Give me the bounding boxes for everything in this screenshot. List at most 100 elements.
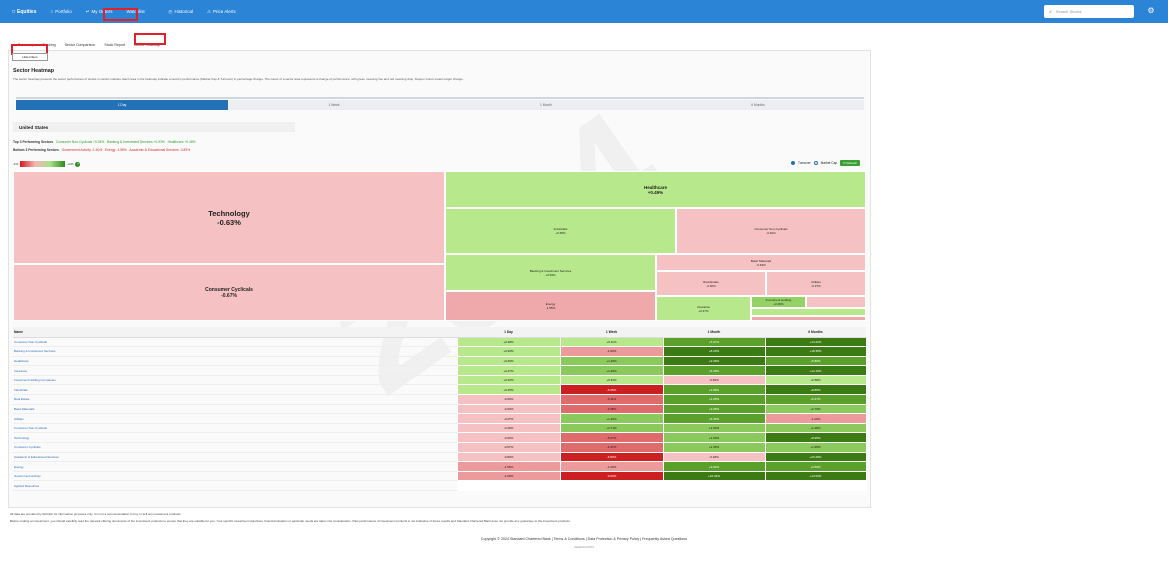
- treemap-cell-energy[interactable]: Energy -1.55%: [445, 291, 656, 321]
- treemap-cell-basic-materials[interactable]: Basic Materials -0.63%: [656, 254, 866, 271]
- period-1-week[interactable]: 1 Week: [228, 100, 440, 110]
- perf-cell: +4.25%: [662, 394, 766, 405]
- perf-cell: +1.46%: [559, 365, 664, 376]
- perf-cell: +0.46%: [456, 355, 561, 367]
- period-1-day[interactable]: 1 Day: [16, 100, 228, 110]
- perf-cell: +0.34%: [559, 374, 664, 386]
- treemap-cell-banking[interactable]: Banking & Investment Services +0.93%: [445, 254, 656, 291]
- col-6months[interactable]: 6 Months: [765, 327, 866, 338]
- sector-name-cell[interactable]: Basic Materials: [13, 404, 457, 415]
- sector-performance-table: Name 1 Day 1 Week 1 Month 6 Months Consu…: [13, 327, 867, 491]
- sector-name-cell[interactable]: Investment Holding Companies: [13, 375, 457, 386]
- perf-cell: -0.40%: [456, 422, 561, 434]
- sector-name-cell[interactable]: Technology: [13, 432, 457, 444]
- sector-name-cell[interactable]: Consumer Non-Cyclicals: [13, 423, 457, 434]
- refresh-button[interactable]: ↻ Refresh: [840, 160, 860, 166]
- sector-name-cell[interactable]: Government Activity: [13, 471, 457, 482]
- nav-item-portfolio[interactable]: ○ Portfolio: [50, 9, 71, 14]
- cell-value: +0.35%: [555, 231, 566, 235]
- perf-cell: -0.84%: [662, 374, 766, 386]
- perf-cell: +0.30%: [456, 374, 561, 386]
- sector-name-cell[interactable]: Banking & Investment Services: [13, 346, 457, 357]
- nav-item-price-alerts[interactable]: ⚠ Price Alerts: [207, 9, 236, 15]
- sector-name-cell[interactable]: Consumer Cyclicals: [13, 442, 457, 453]
- cell-value: +0.30%: [773, 302, 784, 306]
- table-row[interactable]: Energy -1.55% -1.23% +3.92% +3.59%: [13, 461, 867, 472]
- table-row[interactable]: Government Activity -1.60% -9.03% +10.23% +1…: [13, 470, 867, 482]
- period-tabs: 1 Day 1 Week 1 Month 6 Months: [16, 100, 864, 110]
- col-1month[interactable]: 1 Month: [663, 327, 765, 338]
- copyright-links[interactable]: Copyright © 2024 Standard Chartered Bank…: [0, 537, 1168, 541]
- perf-cell: +0.11%: [559, 336, 664, 348]
- table-row[interactable]: Healthcare +0.46% +1.46% +9.39% +5.80%: [13, 355, 867, 367]
- treemap-cell-technology[interactable]: Technology -0.63%: [13, 171, 445, 264]
- table-row[interactable]: Consumer Cyclicals -0.67% -4.47% +2.35% +1.9…: [13, 442, 867, 453]
- table-row[interactable]: Consumer Non-Cyclicals -0.40% +2.71% +1.93%…: [13, 422, 867, 434]
- table-row[interactable]: Academic & Educational Services -0.83% -6.…: [13, 451, 867, 463]
- treemap-cell-investment-holding[interactable]: Investment Holding +0.30%: [751, 296, 806, 308]
- tab-stock-report[interactable]: Stock Report: [104, 43, 125, 47]
- performance-summary: Top 3 Performing Sectors Consumer Non-Cy…: [13, 138, 196, 154]
- search-input[interactable]: ☌ Search Stocks: [1044, 5, 1134, 18]
- marketcap-radio[interactable]: [813, 161, 818, 165]
- sector-name-cell[interactable]: Applied Resources: [13, 480, 457, 491]
- perf-cell: [456, 480, 561, 491]
- treemap-cell-small-2[interactable]: [751, 308, 866, 316]
- sector-name-cell[interactable]: Healthcare: [13, 356, 457, 367]
- app-logo[interactable]: □ Equities: [12, 9, 36, 15]
- table-row[interactable]: Utilities -0.27% +1.40% +5.45% -1.23%: [13, 413, 867, 424]
- treemap-cell-utilities[interactable]: Utilities -0.27%: [766, 271, 866, 296]
- treemap-cell-small-1[interactable]: [806, 296, 866, 308]
- table-row[interactable]: Technology -0.63% -5.07% +1.63% +8.95%: [13, 432, 867, 444]
- period-6-months[interactable]: 6 Months: [652, 100, 864, 110]
- sector-name-cell[interactable]: Energy: [13, 461, 457, 472]
- perf-cell: -0.63%: [456, 403, 561, 415]
- col-1week[interactable]: 1 Week: [560, 327, 663, 338]
- treemap-cell-insurance[interactable]: Insurance +0.47%: [656, 296, 751, 321]
- treemap-cell-consumer-noncyclicals[interactable]: Consumer Non-Cyclicals -0.40%: [676, 208, 866, 254]
- perf-cell: -4.68%: [559, 403, 664, 415]
- cell-value: +0.47%: [698, 308, 709, 313]
- perf-cell: -4.47%: [559, 442, 664, 453]
- perf-cell: +1.46%: [559, 355, 664, 367]
- sector-name-cell[interactable]: Real Estate: [13, 394, 457, 405]
- tab-sector-comparison[interactable]: Sector Comparison: [65, 43, 96, 47]
- perf-cell: +3.05%: [662, 403, 766, 415]
- bottom-sector-2: Energy -1.55%: [105, 148, 127, 152]
- col-1day[interactable]: 1 Day: [457, 327, 560, 338]
- sector-name-cell[interactable]: Insurance: [13, 365, 457, 376]
- data-source-note: All data are provided by Refinitiv for i…: [10, 512, 182, 516]
- marketcap-label: Market Cap: [820, 161, 838, 165]
- cell-value: -0.40%: [766, 231, 776, 235]
- search-placeholder: Search Stocks: [1055, 9, 1082, 14]
- sector-name-cell[interactable]: Industrials: [13, 384, 457, 396]
- treemap-cell-consumer-cyclicals[interactable]: Consumer Cyclicals -0.67%: [13, 264, 445, 321]
- table-row[interactable]: Industrials +0.35% -6.05% +3.98% +8.85%: [13, 384, 867, 396]
- country-header: United States: [13, 122, 295, 132]
- sector-name-cell[interactable]: Consumer Non-Cyclicals: [13, 337, 457, 348]
- treemap-cell-industrials[interactable]: Industrials +0.35%: [445, 208, 676, 254]
- sector-name-cell[interactable]: Academic & Educational Services: [13, 452, 457, 463]
- period-1-month[interactable]: 1 Month: [440, 100, 652, 110]
- table-row[interactable]: Basic Materials -0.63% -4.68% +3.05% +2.76%: [13, 403, 867, 415]
- sector-name-cell[interactable]: Utilities: [13, 413, 457, 424]
- turnover-radio[interactable]: [791, 161, 795, 165]
- treemap-cell-healthcare[interactable]: Healthcare +0.49%: [445, 171, 866, 208]
- gear-icon[interactable]: ⚙: [1146, 6, 1156, 16]
- table-row[interactable]: Investment Holding Companies +0.30% +0.34%…: [13, 374, 867, 386]
- highlight-box-nav: [103, 8, 138, 21]
- table-row[interactable]: Real Estate -0.60% -5.11% +4.25% +5.47%: [13, 394, 867, 405]
- treemap-cell-small-3[interactable]: [751, 316, 866, 321]
- highlight-box-tab: [134, 33, 166, 45]
- treemap-cell-real-estate[interactable]: Real Estate -0.60%: [656, 271, 766, 296]
- perf-cell: +5.47%: [764, 394, 867, 405]
- table-row[interactable]: Insurance +0.47% +1.46% +5.28% +12.16%: [13, 365, 867, 376]
- table-row[interactable]: Banking & Investment Services +0.93% -1.93…: [13, 346, 867, 357]
- hide-filters-button[interactable]: Hide Filters: [12, 53, 48, 61]
- table-row[interactable]: Consumer Non-Cyclicals +0.28% +0.11% +5.67%…: [13, 336, 867, 348]
- perf-cell: +0.58%: [764, 374, 867, 386]
- col-name[interactable]: Name: [13, 327, 457, 338]
- info-icon[interactable]: ?: [75, 161, 81, 167]
- nav-item-historical[interactable]: ◴ Historical: [169, 9, 193, 15]
- table-row[interactable]: Applied Resources: [13, 480, 867, 491]
